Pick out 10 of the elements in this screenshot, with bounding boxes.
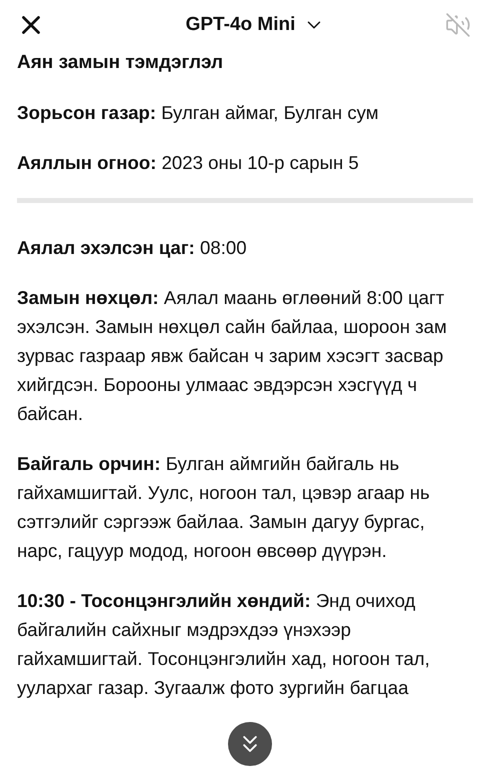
paragraph: Аялал эхэлсэн цаг: 08:00 bbox=[17, 236, 248, 260]
paragraph: Замын нөхцөл: Аялал маань өглөөний 8:00 цагт эхэлсэн. Замын нөхцөл сайн байлаа, шороон зам зурвас газраар явж байсан ч зарим хэсэгт засвар хийгдсэн. Борооны улмаас эвдэрсэн хэсгүүд ч байсан. bbox=[17, 286, 448, 426]
paragraph: Байгаль орчин: Булган аймгийн байгаль нь гайхамшигтай. Уулс, ногоон тал, цэвэр агаар нь сэтгэлийг сэргээж байлаа. Замын дагуу бургас, нарс, гацуур модод, ногоон өвсөөр дүүрэн. bbox=[17, 452, 431, 563]
paragraph: Аяллын огноо: 2023 оны 10-р сарын 5 bbox=[17, 151, 360, 175]
paragraph: 10:30 - Тосонцэнгэлийн хөндий: Энд очиход байгалийн сайхныг мэдрэхдээ үнэхээр гайхамшигтай. Тосонцэнгэлийн хад, ногоон тал, уулархаг газар. Зугаалж фото зургийн багцаа bbox=[17, 589, 431, 700]
model-selector[interactable]: GPT-4o Mini bbox=[186, 14, 326, 36]
scroll-down-button[interactable] bbox=[228, 722, 272, 766]
section-heading: Аян замын тэмдэглэл bbox=[17, 51, 224, 75]
muted-speaker-icon bbox=[445, 12, 471, 38]
paragraph: Зорьсон газар: Булган аймаг, Булган сум bbox=[17, 101, 380, 125]
